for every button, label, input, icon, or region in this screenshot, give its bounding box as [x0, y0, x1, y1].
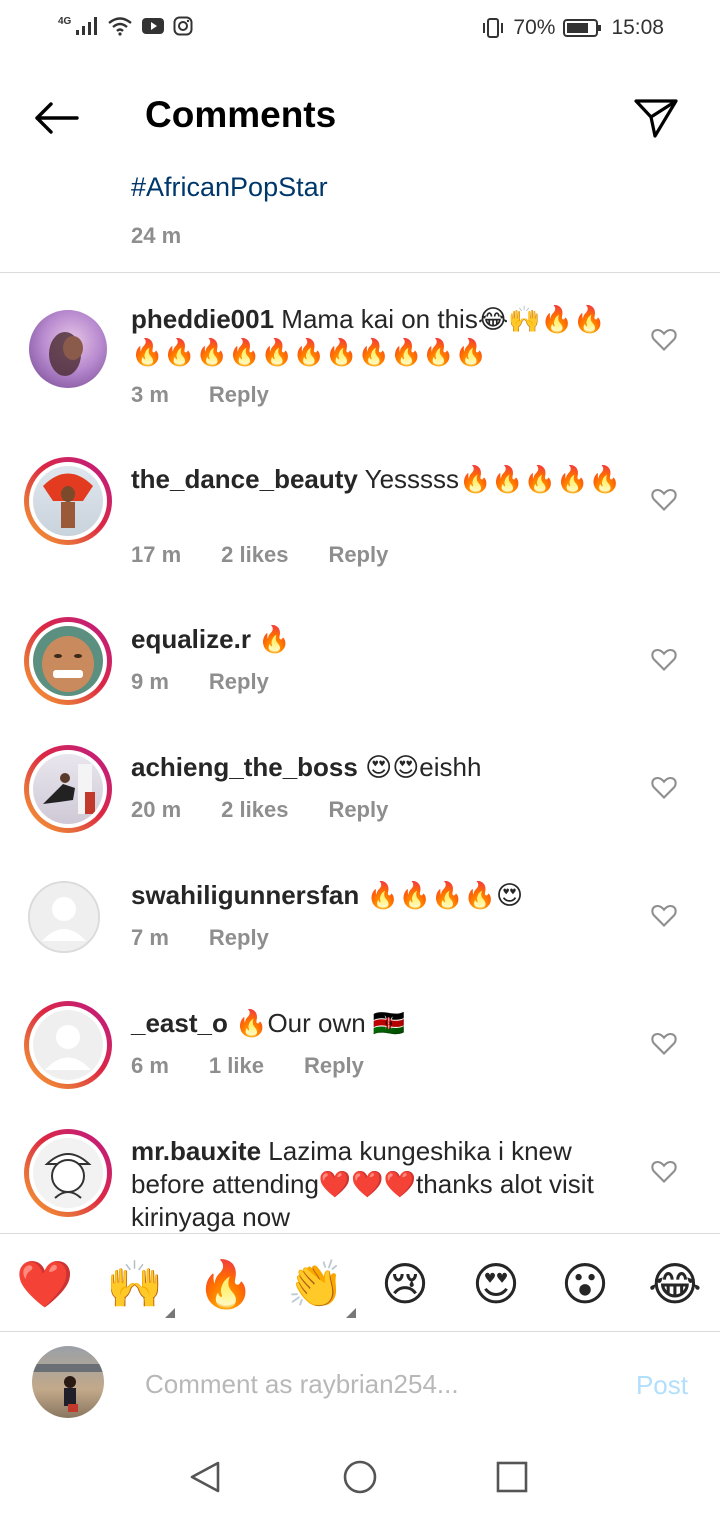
- nav-back-icon[interactable]: [186, 1457, 226, 1497]
- comment-username[interactable]: equalize.r: [131, 624, 251, 654]
- reaction-crying[interactable]: 😢: [375, 1256, 435, 1312]
- reply-button[interactable]: Reply: [209, 382, 269, 408]
- status-left: 4G: [58, 16, 193, 36]
- avatar[interactable]: [24, 617, 112, 705]
- status-right: 70% 15:08: [481, 16, 664, 40]
- reply-button[interactable]: Reply: [328, 797, 388, 823]
- reaction-heart[interactable]: ❤️: [15, 1256, 75, 1312]
- comment-text: achieng_the_boss 😍😍eishh: [131, 751, 631, 784]
- signal-icon: [76, 17, 98, 35]
- reaction-heart-eyes[interactable]: 😍: [466, 1256, 526, 1312]
- comment-time: 9 m: [131, 669, 169, 694]
- likes-count[interactable]: 2 likes: [221, 542, 288, 568]
- reply-button[interactable]: Reply: [304, 1053, 364, 1079]
- comment-text: mr.bauxite Lazima kungeshika i knew befo…: [131, 1135, 631, 1233]
- instagram-icon: [173, 16, 193, 36]
- comment-time: 7 m: [131, 925, 169, 950]
- comment-meta: 20 m 2 likes Reply: [131, 797, 388, 823]
- avatar[interactable]: [24, 1001, 112, 1089]
- comment-username[interactable]: _east_o: [131, 1008, 228, 1038]
- likes-count[interactable]: 2 likes: [221, 797, 288, 823]
- nav-recents-icon[interactable]: [492, 1457, 532, 1497]
- comment-username[interactable]: mr.bauxite: [131, 1136, 261, 1166]
- skin-tone-corner-icon: [165, 1308, 175, 1318]
- wifi-icon: [108, 17, 133, 36]
- comment-time: 17 m: [131, 542, 182, 567]
- comment-meta: 7 m Reply: [131, 925, 269, 951]
- clock: 15:08: [611, 16, 664, 39]
- status-bar: 4G 70% 15:08: [0, 0, 720, 62]
- share-button[interactable]: [630, 92, 682, 144]
- quick-reaction-bar: ❤️ 🙌 🔥 👏 😢 😍 😮 😂: [0, 1233, 720, 1331]
- paper-plane-icon: [634, 99, 678, 138]
- back-button[interactable]: [30, 92, 82, 144]
- youtube-icon: [142, 18, 165, 34]
- caption-timestamp: 24 m: [131, 223, 182, 248]
- default-avatar-icon: [33, 1010, 103, 1080]
- battery-icon: [563, 19, 602, 37]
- post-caption: #AfricanPopStar 24 m: [131, 172, 328, 249]
- like-heart-icon[interactable]: [650, 325, 678, 353]
- avatar[interactable]: [24, 745, 112, 833]
- like-heart-icon[interactable]: [650, 1029, 678, 1057]
- comment-input[interactable]: [145, 1366, 585, 1402]
- reaction-clap[interactable]: 👏: [286, 1256, 356, 1318]
- comment-time: 3 m: [131, 382, 169, 407]
- reaction-raised-hands-emoji: 🙌: [106, 1258, 164, 1310]
- reply-button[interactable]: Reply: [209, 925, 269, 951]
- reply-button[interactable]: Reply: [209, 669, 269, 695]
- reaction-fire[interactable]: 🔥: [196, 1256, 256, 1312]
- like-heart-icon[interactable]: [650, 645, 678, 673]
- avatar[interactable]: [24, 881, 112, 969]
- like-heart-icon[interactable]: [650, 1157, 678, 1185]
- post-button[interactable]: Post: [636, 1370, 688, 1401]
- comment-username[interactable]: pheddie001: [131, 304, 274, 334]
- comment-username[interactable]: achieng_the_boss: [131, 752, 358, 782]
- avatar[interactable]: [24, 1129, 112, 1217]
- reaction-raised-hands[interactable]: 🙌: [105, 1256, 175, 1318]
- comment-meta: 3 m Reply: [131, 382, 269, 408]
- comment-content: 🔥Our own 🇰🇪: [235, 1008, 406, 1038]
- comment-content: 🔥🔥🔥🔥😍: [366, 880, 524, 910]
- nav-home-icon[interactable]: [340, 1457, 380, 1497]
- comments-list[interactable]: pheddie001 Mama kai on this😂🙌🔥🔥🔥🔥🔥🔥🔥🔥🔥🔥🔥…: [0, 273, 720, 1233]
- like-heart-icon[interactable]: [650, 485, 678, 513]
- comment-meta: 17 m 2 likes Reply: [131, 542, 388, 568]
- reply-button[interactable]: Reply: [328, 542, 388, 568]
- header: Comments: [0, 62, 720, 172]
- comment-text: _east_o 🔥Our own 🇰🇪: [131, 1007, 631, 1040]
- comment-content: 🔥: [258, 624, 291, 654]
- page-title: Comments: [145, 94, 337, 135]
- network-type: 4G: [58, 15, 72, 27]
- battery-percent: 70%: [513, 16, 556, 39]
- reaction-laughing[interactable]: 😂: [645, 1256, 705, 1312]
- my-avatar: [32, 1346, 104, 1418]
- comment-content: Yesssss🔥🔥🔥🔥🔥: [364, 464, 621, 494]
- comment-meta: 6 m 1 like Reply: [131, 1053, 364, 1079]
- comment-time: 6 m: [131, 1053, 169, 1078]
- comment-text: swahiligunnersfan 🔥🔥🔥🔥😍: [131, 879, 631, 912]
- avatar[interactable]: [24, 457, 112, 545]
- like-heart-icon[interactable]: [650, 901, 678, 929]
- reaction-clap-emoji: 👏: [287, 1258, 345, 1310]
- comment-username[interactable]: the_dance_beauty: [131, 464, 358, 494]
- arrow-left-icon: [35, 102, 79, 134]
- comment-text: the_dance_beauty Yesssss🔥🔥🔥🔥🔥: [131, 463, 631, 496]
- reaction-surprised[interactable]: 😮: [555, 1256, 615, 1312]
- comment-time: 20 m: [131, 797, 182, 822]
- avatar[interactable]: [24, 305, 112, 393]
- likes-count[interactable]: 1 like: [209, 1053, 264, 1079]
- comment-content: 😍😍eishh: [365, 752, 482, 782]
- skin-tone-corner-icon: [346, 1308, 356, 1318]
- default-avatar-icon: [30, 883, 98, 951]
- comment-username[interactable]: swahiligunnersfan: [131, 880, 359, 910]
- like-heart-icon[interactable]: [650, 773, 678, 801]
- system-nav-bar: [0, 1431, 720, 1520]
- comment-compose-bar: Post: [0, 1331, 720, 1431]
- hashtag-link[interactable]: #AfricanPopStar: [131, 172, 328, 203]
- comment-text: equalize.r 🔥: [131, 623, 631, 656]
- comment-text: pheddie001 Mama kai on this😂🙌🔥🔥🔥🔥🔥🔥🔥🔥🔥🔥🔥…: [131, 303, 631, 369]
- vibrate-icon: [483, 18, 504, 38]
- comment-meta: 9 m Reply: [131, 669, 269, 695]
